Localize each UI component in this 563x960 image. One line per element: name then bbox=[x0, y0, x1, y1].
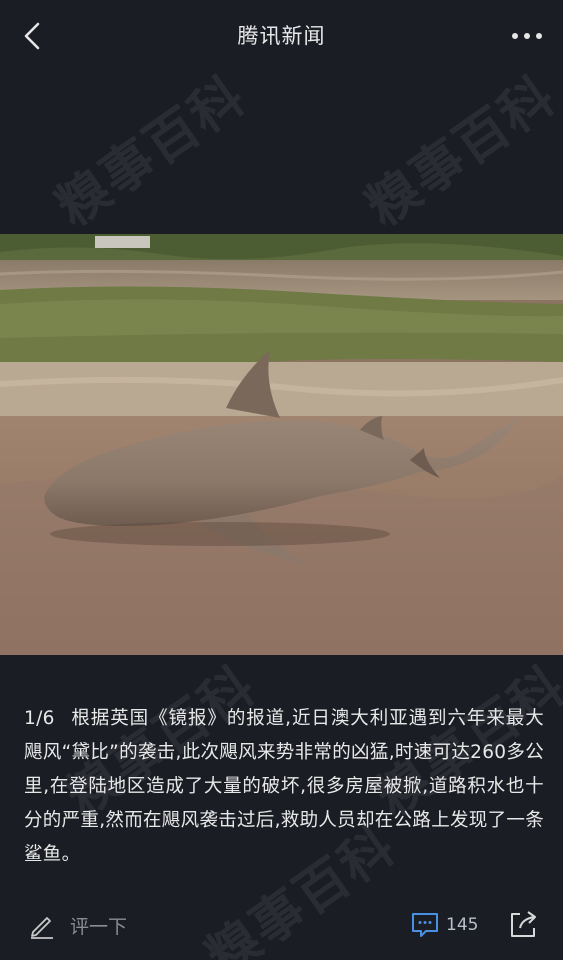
pencil-icon bbox=[31, 917, 53, 939]
comment-bubble-icon bbox=[412, 913, 438, 937]
watermark: 糗事百科 bbox=[45, 65, 257, 239]
comment-placeholder: 评一下 bbox=[70, 915, 128, 938]
more-dots-icon bbox=[512, 33, 542, 39]
comment-count: 145 bbox=[446, 915, 479, 935]
shark-photo-illustration bbox=[0, 234, 563, 655]
comments-button[interactable]: 145 bbox=[410, 908, 478, 942]
page-title: 腾讯新闻 bbox=[237, 24, 326, 48]
caption-text: 根据英国《镜报》的报道,近日澳大利亚遇到六年来最大飓风“黛比”的袭击,此次飓风来… bbox=[24, 708, 544, 865]
bottom-bar: 评一下 145 bbox=[0, 890, 563, 960]
share-icon bbox=[511, 911, 536, 937]
more-button[interactable] bbox=[507, 22, 547, 50]
photo-caption: 1/6 根据英国《镜报》的报道,近日澳大利亚遇到六年来最大飓风“黛比”的袭击,此次… bbox=[24, 702, 544, 872]
watermark: 糗事百科 bbox=[355, 65, 563, 239]
comment-input[interactable]: 评一下 bbox=[28, 908, 127, 942]
news-photo[interactable] bbox=[0, 234, 563, 655]
share-button[interactable] bbox=[506, 908, 542, 942]
photo-index: 1/6 bbox=[24, 708, 55, 729]
top-bar: 腾讯新闻 bbox=[0, 0, 563, 72]
news-photo-viewer: 糗事百科 糗事百科 糗事百科 糗事百科 糗事百科 糗事百科 腾讯新闻 bbox=[0, 0, 563, 960]
